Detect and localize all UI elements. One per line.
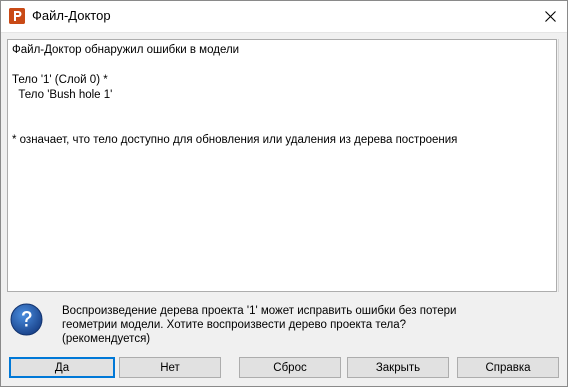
report-line bbox=[12, 103, 552, 118]
message-line-2: геометрии модели. Хотите воспроизвести д… bbox=[62, 319, 407, 331]
yes-button[interactable]: Да bbox=[9, 357, 115, 378]
question-icon bbox=[10, 303, 43, 336]
report-line: Тело 'Bush hole 1' bbox=[12, 89, 113, 101]
report-line: Файл-Доктор обнаружил ошибки в модели bbox=[12, 44, 240, 56]
report-line: Тело '1' (Слой 0) * bbox=[12, 74, 108, 86]
report-line bbox=[12, 118, 552, 133]
help-button[interactable]: Справка bbox=[457, 357, 559, 378]
report-edge bbox=[558, 39, 559, 292]
close-button[interactable]: Закрыть bbox=[347, 357, 449, 378]
message-line-3: (рекомендуется) bbox=[62, 333, 151, 345]
message-line-1: Воспроизведение дерева проекта '1' может… bbox=[62, 305, 457, 317]
report-line bbox=[12, 58, 552, 73]
question-message: Воспроизведение дерева проекта '1' может… bbox=[62, 304, 542, 346]
close-window-button[interactable] bbox=[533, 1, 567, 32]
error-report-area[interactable]: Файл-Доктор обнаружил ошибки в модели Те… bbox=[7, 39, 557, 292]
title-bar[interactable]: Файл-Доктор bbox=[1, 1, 567, 33]
report-line: * означает, что тело доступно для обновл… bbox=[12, 134, 458, 146]
close-icon bbox=[544, 11, 556, 22]
window-title: Файл-Доктор bbox=[32, 8, 111, 23]
file-doctor-dialog: Файл-Доктор Файл-Доктор обнаружил ошибки… bbox=[0, 0, 568, 387]
no-button[interactable]: Нет bbox=[119, 357, 221, 378]
app-logo-icon bbox=[9, 8, 25, 24]
reset-button[interactable]: Сброс bbox=[239, 357, 341, 378]
